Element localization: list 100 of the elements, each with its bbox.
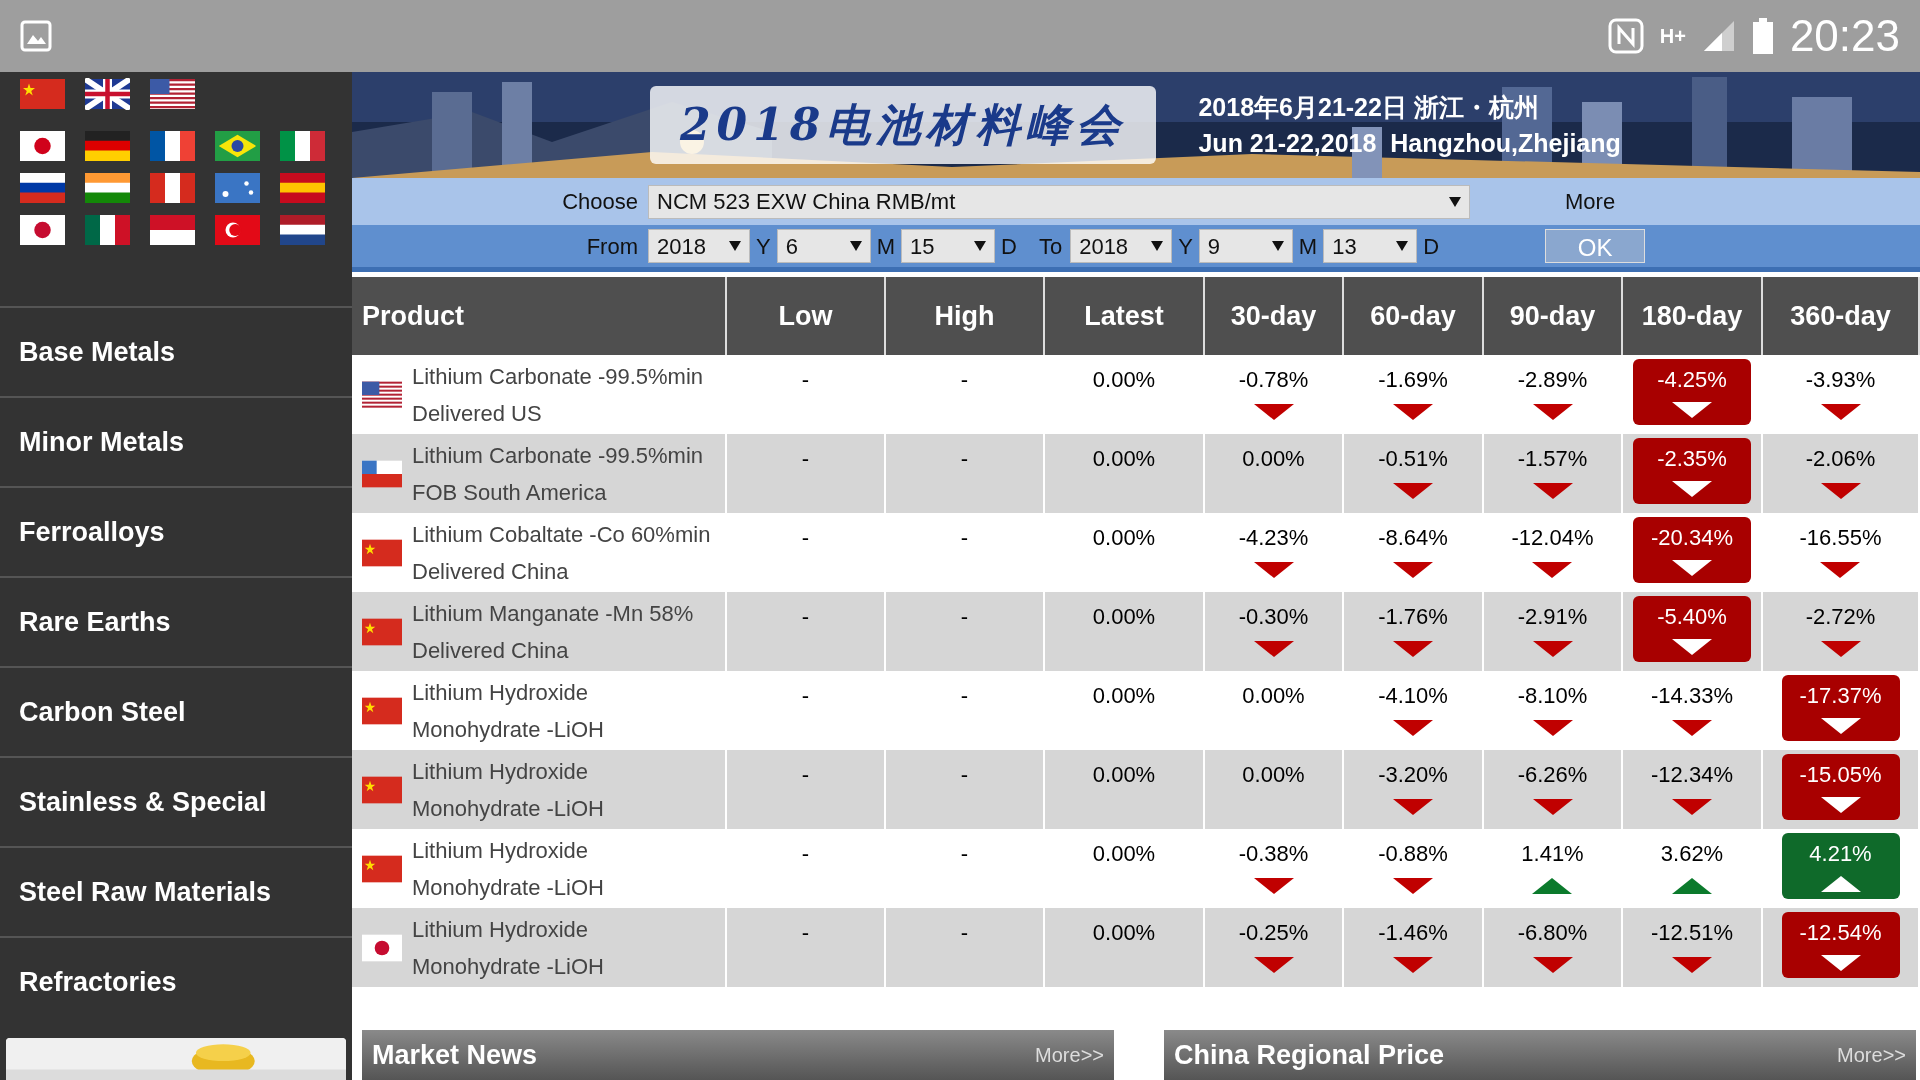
date-select[interactable]: 9 — [1198, 229, 1293, 263]
table-cell-text: -0.38% — [1238, 840, 1309, 868]
dropdown-caret-icon — [1271, 241, 1284, 251]
product-select[interactable]: NCM 523 EXW China RMB/mt — [648, 184, 1470, 219]
date-unit-label: M — [876, 232, 895, 261]
table-cell-text: -0.78% — [1238, 366, 1309, 394]
down-arrow-icon — [1820, 718, 1861, 734]
date-select[interactable]: 15 — [901, 229, 995, 263]
dropdown-caret-icon — [1151, 241, 1164, 251]
table-cell-text: -1.57% — [1517, 445, 1588, 473]
change-badge: -15.05% — [1781, 754, 1900, 820]
dropdown-caret-icon — [1449, 196, 1461, 207]
event-date: 2018年6月21-22日 浙江・杭州 — [1198, 92, 1540, 123]
more-link[interactable]: More>> — [1035, 1040, 1104, 1070]
date-unit-label: Y — [1178, 232, 1193, 261]
more-link[interactable]: More>> — [1837, 1040, 1906, 1070]
down-arrow-icon — [1393, 562, 1433, 578]
dropdown-caret-icon — [974, 241, 986, 251]
banner-title: 2018电池材料峰会 — [650, 86, 1157, 164]
striped-flag-icon — [280, 172, 325, 204]
table-cell-text: -6.80% — [1517, 919, 1588, 947]
down-arrow-icon — [1532, 483, 1573, 499]
down-arrow-icon — [1253, 562, 1294, 578]
change-badge: -2.35% — [1633, 438, 1751, 504]
table-cell-text: 0.00% — [1092, 761, 1156, 789]
table-cell-text: - — [801, 682, 810, 710]
battery-icon — [1751, 18, 1774, 54]
striped-flag-icon — [150, 78, 195, 110]
up-arrow-icon — [1532, 878, 1573, 894]
more-link[interactable]: More — [1565, 185, 1616, 218]
table-cell-text: -2.91% — [1517, 603, 1588, 631]
product-name: Lithium Hydroxide Monohydrate -LiOH — [412, 678, 605, 744]
table-cell-text: -14.33% — [1651, 682, 1733, 710]
down-arrow-icon — [1820, 404, 1861, 420]
table-cell-text: 0.00% — [1092, 445, 1156, 473]
date-select[interactable]: 2018 — [648, 229, 750, 263]
table-cell-text: - — [801, 919, 810, 947]
down-arrow-icon — [1672, 720, 1712, 736]
table-cell-text: -6.26% — [1517, 761, 1588, 789]
table-cell-text: - — [960, 919, 969, 947]
disc-flag-icon — [362, 933, 402, 962]
striped-flag-icon — [280, 214, 325, 246]
table-cell-text: 0.00% — [1092, 603, 1156, 631]
down-arrow-icon — [1253, 404, 1294, 420]
table-cell-text: -4.23% — [1238, 524, 1309, 552]
table-cell-text: - — [960, 524, 969, 552]
down-arrow-icon — [1820, 797, 1861, 813]
product-name: Lithium Carbonate -99.5%min FOB South America — [412, 441, 705, 507]
table-cell-text: -1.76% — [1378, 603, 1448, 631]
choose-label: Choose — [561, 188, 639, 216]
change-badge: -5.40% — [1633, 596, 1751, 662]
table-cell-text: -4.10% — [1378, 682, 1448, 710]
date-select[interactable]: 2018 — [1070, 229, 1173, 263]
change-badge: -17.37% — [1781, 675, 1900, 741]
table-cell-text: - — [801, 840, 810, 868]
table-cell-text: -12.04% — [1511, 524, 1594, 552]
striped-flag-icon — [85, 130, 130, 162]
table-cell-text: - — [960, 682, 969, 710]
table-cell-text: - — [801, 761, 810, 789]
down-arrow-icon — [1672, 957, 1712, 973]
table-cell-text: - — [960, 445, 969, 473]
tricolor-flag-icon — [150, 172, 195, 204]
table-cell-text: -3.20% — [1378, 761, 1448, 789]
tricolor-flag-icon — [280, 130, 325, 162]
down-arrow-icon — [1393, 404, 1433, 420]
bicolor-flag-icon — [150, 214, 195, 246]
nfc-icon — [1607, 18, 1644, 54]
product-name: Lithium Hydroxide Monohydrate -LiOH — [412, 836, 605, 902]
event-location: Jun 21-22,2018 Hangzhou,Zhejiang — [1198, 128, 1621, 159]
change-badge: -12.54% — [1781, 912, 1900, 978]
striped-flag-icon — [85, 172, 130, 204]
product-name: Lithium Manganate -Mn 58% Delivered China — [412, 599, 695, 665]
panel-title: China Regional Price — [1174, 1038, 1445, 1072]
table-cell-text: - — [801, 445, 810, 473]
dropdown-caret-icon — [849, 241, 862, 251]
date-unit-label: M — [1298, 232, 1318, 261]
panel-title: Market News — [372, 1038, 538, 1072]
table-cell-text: 3.62% — [1660, 840, 1724, 868]
tricolor-flag-icon — [85, 214, 130, 246]
date-unit-label: Y — [756, 232, 771, 261]
down-arrow-icon — [1532, 957, 1573, 973]
table-cell-text: -8.10% — [1517, 682, 1588, 710]
dropdown-caret-icon — [1396, 241, 1409, 251]
table-cell-text: 0.00% — [1092, 682, 1156, 710]
date-unit-label: D — [1001, 232, 1017, 261]
up-arrow-icon — [1820, 876, 1861, 892]
to-label: To — [1038, 232, 1063, 261]
table-cell-text: -3.93% — [1805, 366, 1876, 394]
clock: 20:23 — [1789, 10, 1900, 62]
date-select[interactable]: 6 — [776, 229, 871, 263]
down-arrow-icon — [1532, 404, 1573, 420]
date-select[interactable]: 13 — [1323, 229, 1418, 263]
image-icon — [20, 20, 52, 52]
table-cell-text: -1.46% — [1378, 919, 1448, 947]
table-cell-text: - — [960, 840, 969, 868]
product-name: Lithium Hydroxide Monohydrate -LiOH — [412, 915, 605, 981]
table-cell-text: -8.64% — [1378, 524, 1448, 552]
crescent-flag-icon — [215, 214, 260, 246]
product-name: Lithium Carbonate -99.5%min Delivered US — [412, 362, 705, 428]
down-arrow-icon — [1672, 481, 1712, 497]
